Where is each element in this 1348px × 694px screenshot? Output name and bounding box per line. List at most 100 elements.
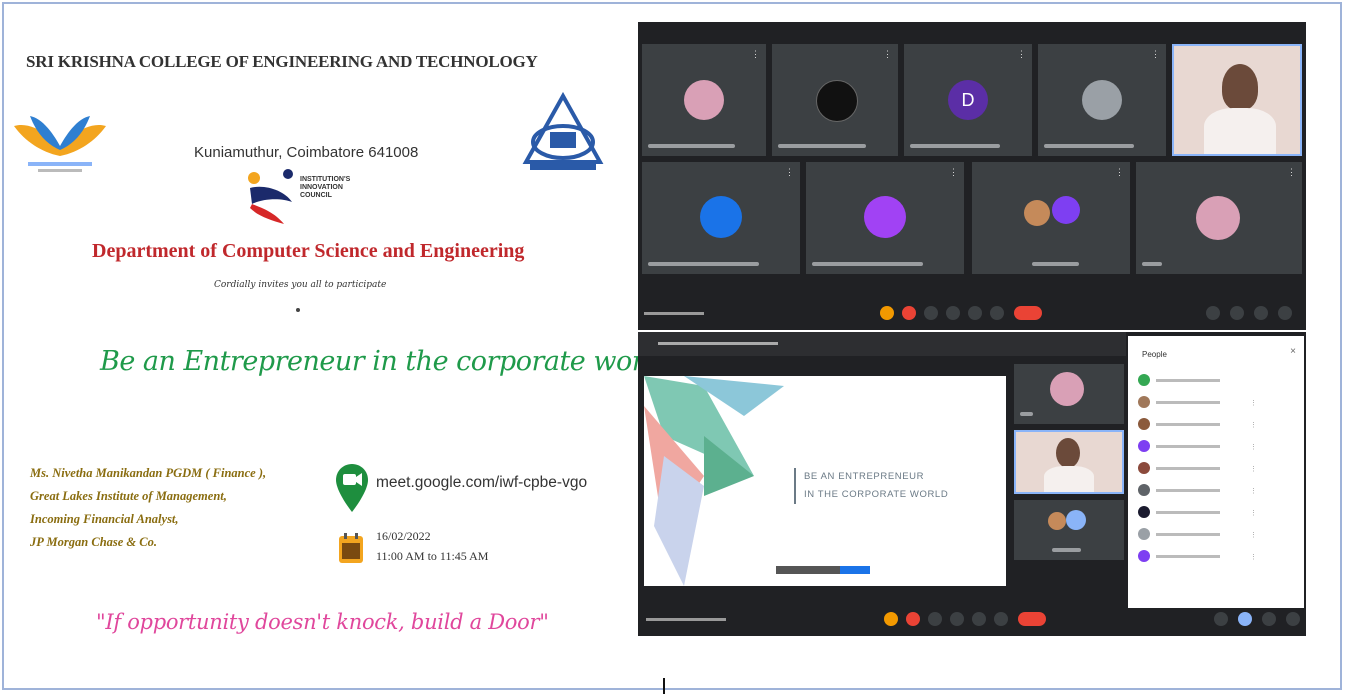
participant-tile[interactable]: ⋮ <box>972 162 1130 274</box>
speaker-shoulders <box>1044 466 1094 492</box>
slide-title: BE AN ENTREPRENEUR IN THE CORPORATE WORL… <box>794 468 948 504</box>
people-panel: People × ⋮ ⋮ ⋮ ⋮ ⋮ ⋮ ⋮ ⋮ <box>1128 336 1304 608</box>
people-panel-title: People <box>1142 350 1167 359</box>
camera-button[interactable] <box>924 306 938 320</box>
participant-row[interactable] <box>1138 374 1294 388</box>
activities-icon[interactable] <box>1278 306 1292 320</box>
iic-emblem-icon <box>248 169 293 224</box>
more-options-icon[interactable]: ⋮ <box>949 167 958 178</box>
captions-button[interactable] <box>946 306 960 320</box>
participant-tile[interactable] <box>1014 500 1124 560</box>
participant-tile[interactable]: ⋮ <box>642 162 800 274</box>
participant-name <box>812 262 923 266</box>
avatar <box>864 196 906 238</box>
avatar <box>1052 196 1080 224</box>
present-button[interactable] <box>968 306 982 320</box>
participant-tile[interactable]: D ⋮ <box>904 44 1032 156</box>
participant-tile[interactable]: ⋮ <box>772 44 898 156</box>
participant-tile[interactable]: ⋮ <box>1136 162 1302 274</box>
event-datetime: 16/02/2022 11:00 AM to 11:45 AM <box>376 526 488 566</box>
mic-icon: ⋮ <box>1250 488 1257 495</box>
mic-icon: ⋮ <box>1250 510 1257 517</box>
chat-icon[interactable] <box>1262 612 1276 626</box>
participant-tile[interactable] <box>1014 364 1124 424</box>
college-logo-icon <box>14 116 106 172</box>
more-options-icon[interactable]: ⋮ <box>785 167 794 178</box>
participant-row[interactable]: ⋮ <box>1138 506 1294 520</box>
participant-tile[interactable]: ⋮ <box>806 162 964 274</box>
presentation-slide: BE AN ENTREPRENEUR IN THE CORPORATE WORL… <box>644 376 1006 586</box>
more-options-icon[interactable]: ⋮ <box>1151 49 1160 60</box>
participant-name <box>1032 262 1080 266</box>
avatar <box>1066 510 1086 530</box>
avatar <box>1082 80 1122 120</box>
participant-name <box>1142 262 1162 266</box>
raise-hand-button[interactable] <box>884 612 898 626</box>
meet-screenshot-presentation: BE AN ENTREPRENEUR IN THE CORPORATE WORL… <box>638 332 1306 636</box>
mic-off-button[interactable] <box>906 612 920 626</box>
end-call-button[interactable] <box>1018 612 1046 626</box>
captions-button[interactable] <box>950 612 964 626</box>
mic-off-button[interactable] <box>902 306 916 320</box>
more-options-button[interactable] <box>990 306 1004 320</box>
participant-tile[interactable]: ⋮ <box>642 44 766 156</box>
close-icon[interactable]: × <box>1290 346 1296 357</box>
participant-row[interactable]: ⋮ <box>1138 396 1294 410</box>
raise-hand-button[interactable] <box>880 306 894 320</box>
meet-control-bar <box>638 604 1306 634</box>
participant-name <box>1052 548 1081 552</box>
mic-icon: ⋮ <box>1250 422 1257 429</box>
people-icon[interactable] <box>1238 612 1252 626</box>
event-title: Be an Entrepreneur in the corporate worl… <box>100 346 670 377</box>
event-date: 16/02/2022 <box>376 529 431 543</box>
present-button[interactable] <box>972 612 986 626</box>
participant-name <box>778 144 867 148</box>
participant-row[interactable]: ⋮ <box>1138 440 1294 454</box>
chat-icon[interactable] <box>1254 306 1268 320</box>
speaker-video-tile[interactable] <box>1172 44 1302 156</box>
slide-progress-fill <box>840 566 870 574</box>
info-icon[interactable] <box>1214 612 1228 626</box>
speaker-details: Ms. Nivetha Manikandan PGDM ( Finance ),… <box>30 462 266 554</box>
mic-icon: ⋮ <box>1250 400 1257 407</box>
text-cursor <box>663 678 665 694</box>
meeting-time-code <box>644 312 704 315</box>
participant-row[interactable]: ⋮ <box>1138 462 1294 476</box>
more-options-icon[interactable]: ⋮ <box>751 49 760 60</box>
end-call-button[interactable] <box>1014 306 1042 320</box>
mic-icon: ⋮ <box>1250 444 1257 451</box>
avatar <box>816 80 858 122</box>
presenter-label <box>658 342 778 345</box>
participant-row[interactable]: ⋮ <box>1138 528 1294 542</box>
more-options-icon[interactable]: ⋮ <box>1287 167 1296 178</box>
speaker-video-tile[interactable] <box>1014 430 1124 494</box>
more-options-button[interactable] <box>994 612 1008 626</box>
college-name: SRI KRISHNA COLLEGE OF ENGINEERING AND T… <box>26 52 538 71</box>
participant-row[interactable]: ⋮ <box>1138 418 1294 432</box>
college-address: Kuniamuthur, Coimbatore 641008 <box>194 144 419 161</box>
participant-row[interactable]: ⋮ <box>1138 550 1294 564</box>
more-options-icon[interactable]: ⋮ <box>883 49 892 60</box>
more-options-icon[interactable]: ⋮ <box>1017 49 1026 60</box>
meet-screenshot-grid: ⋮ ⋮ D ⋮ ⋮ ⋮ ⋮ ⋮ ⋮ <box>638 22 1306 330</box>
info-icon[interactable] <box>1206 306 1220 320</box>
avatar <box>684 80 724 120</box>
mic-icon: ⋮ <box>1250 466 1257 473</box>
event-time: 11:00 AM to 11:45 AM <box>376 549 489 563</box>
speaker-face <box>1222 64 1258 110</box>
participant-name <box>910 144 1000 148</box>
google-meet-icon <box>336 464 368 512</box>
participant-tile[interactable]: ⋮ <box>1038 44 1166 156</box>
people-icon[interactable] <box>1230 306 1244 320</box>
activities-icon[interactable] <box>1286 612 1300 626</box>
camera-button[interactable] <box>928 612 942 626</box>
speaker-role: Incoming Financial Analyst, <box>30 512 179 526</box>
participant-row[interactable]: ⋮ <box>1138 484 1294 498</box>
participant-name <box>1044 144 1134 148</box>
meet-link[interactable]: meet.google.com/iwf-cpbe-vgo <box>376 474 587 492</box>
avatar <box>1048 512 1066 530</box>
emblem-logo-icon <box>522 92 604 170</box>
more-options-icon[interactable]: ⋮ <box>1115 167 1124 178</box>
iic-label: INSTITUTION'S INNOVATION COUNCIL <box>300 176 351 199</box>
mic-icon: ⋮ <box>1250 554 1257 561</box>
